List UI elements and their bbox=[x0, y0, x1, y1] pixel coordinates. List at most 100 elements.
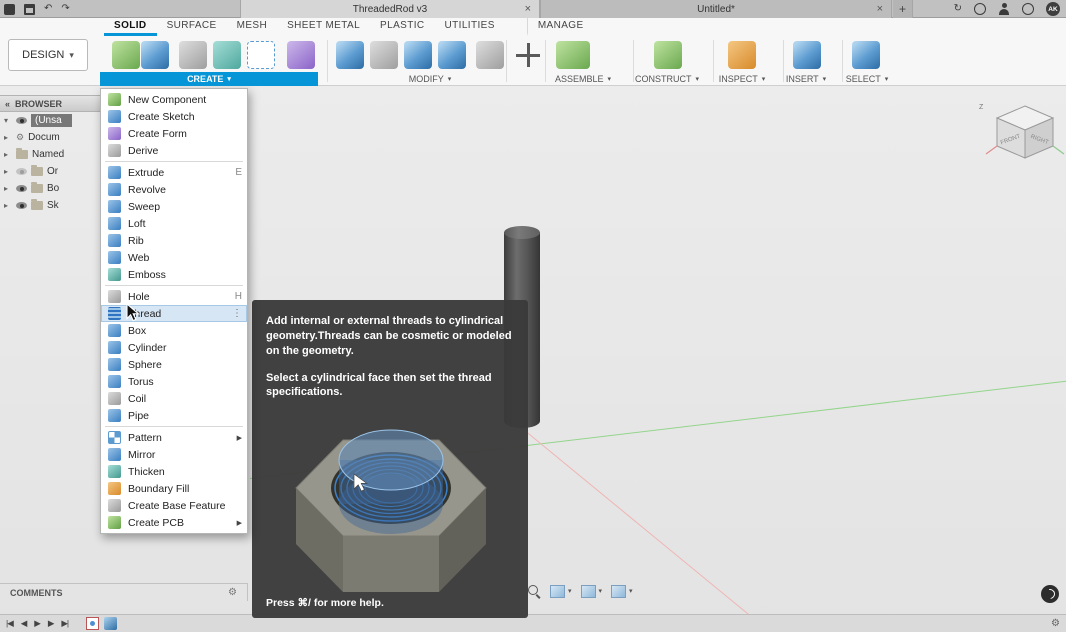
assemble-group-button[interactable]: ASSEMBLE ▾ bbox=[541, 72, 625, 85]
step-forward-button[interactable]: ▶ bbox=[48, 618, 54, 629]
chevron-closed-icon[interactable]: ▸ bbox=[4, 201, 12, 210]
menu-item-sphere[interactable]: Sphere bbox=[101, 356, 247, 373]
browser-header[interactable]: « BROWSER bbox=[0, 95, 112, 112]
new-component-button[interactable] bbox=[112, 41, 140, 69]
menu-item-create-pcb[interactable]: Create PCB ▶ bbox=[101, 514, 247, 531]
close-icon[interactable]: × bbox=[525, 3, 531, 15]
sync-icon[interactable]: ↻ bbox=[954, 2, 962, 16]
tab-plastic[interactable]: PLASTIC bbox=[370, 18, 434, 36]
chevron-closed-icon[interactable]: ▸ bbox=[4, 167, 12, 176]
measure-button[interactable] bbox=[728, 41, 756, 69]
browser-item-origin[interactable]: ▸ Or bbox=[0, 163, 112, 180]
insert-button[interactable] bbox=[793, 41, 821, 69]
step-back-button[interactable]: ◀ bbox=[21, 618, 27, 629]
job-status-icon[interactable] bbox=[974, 3, 986, 15]
avatar[interactable]: AK bbox=[1046, 2, 1060, 16]
select-button[interactable] bbox=[852, 41, 880, 69]
tab-sheet-metal[interactable]: SHEET METAL bbox=[277, 18, 370, 36]
new-tab-button[interactable]: + bbox=[893, 0, 913, 18]
fillet-button[interactable] bbox=[370, 41, 398, 69]
undo-icon[interactable]: ↶ bbox=[44, 2, 52, 16]
chevron-open-icon[interactable]: ▾ bbox=[4, 116, 12, 125]
visibility-eye-icon[interactable] bbox=[16, 202, 27, 209]
close-icon[interactable]: × bbox=[877, 3, 883, 15]
timeline-feature-extrude-icon[interactable] bbox=[104, 617, 117, 630]
form-sphere-button[interactable] bbox=[287, 41, 315, 69]
viewport-layout-button[interactable]: ▾ bbox=[611, 585, 633, 598]
skip-to-end-button[interactable]: ▶| bbox=[61, 618, 68, 629]
menu-item-coil[interactable]: Coil bbox=[101, 390, 247, 407]
menu-item-box[interactable]: Box bbox=[101, 322, 247, 339]
menu-item-torus[interactable]: Torus bbox=[101, 373, 247, 390]
menu-item-new-component[interactable]: New Component bbox=[101, 91, 247, 108]
tab-solid[interactable]: SOLID bbox=[104, 18, 157, 36]
press-pull-button[interactable] bbox=[336, 41, 364, 69]
timeline-feature-sketch-icon[interactable] bbox=[86, 617, 99, 630]
menu-item-revolve[interactable]: Revolve bbox=[101, 181, 247, 198]
grid-snap-button[interactable]: ▾ bbox=[581, 585, 603, 598]
sweep-button[interactable] bbox=[247, 41, 275, 69]
tab-manage[interactable]: MANAGE bbox=[527, 18, 594, 36]
menu-item-extrude[interactable]: Extrude E bbox=[101, 164, 247, 181]
move-copy-button[interactable] bbox=[514, 41, 542, 69]
doc-tab-untitled[interactable]: Untitled* × bbox=[540, 0, 892, 18]
doc-tab-threadedrod[interactable]: ThreadedRod v3 × bbox=[240, 0, 540, 18]
assemble-button[interactable] bbox=[556, 41, 590, 69]
redo-icon[interactable]: ↷ bbox=[61, 2, 69, 16]
modify-group-button[interactable]: MODIFY ▾ bbox=[388, 72, 472, 85]
menu-item-pipe[interactable]: Pipe bbox=[101, 407, 247, 424]
skip-to-start-button[interactable]: |◀ bbox=[6, 618, 13, 629]
comments-bar[interactable]: COMMENTS ⚙ bbox=[0, 583, 248, 601]
visibility-eye-icon[interactable] bbox=[16, 168, 27, 175]
gear-icon[interactable]: ⚙ bbox=[1051, 618, 1060, 629]
display-settings-button[interactable]: ▾ bbox=[550, 585, 572, 598]
create-form-button[interactable] bbox=[179, 41, 207, 69]
more-options-icon[interactable]: ⋮ bbox=[232, 308, 242, 319]
menu-item-rib[interactable]: Rib bbox=[101, 232, 247, 249]
menu-item-derive[interactable]: Derive bbox=[101, 142, 247, 159]
construct-group-button[interactable]: CONSTRUCT ▾ bbox=[625, 72, 709, 85]
browser-item-named-views[interactable]: ▸ Named bbox=[0, 146, 112, 163]
menu-item-create-sketch[interactable]: Create Sketch bbox=[101, 108, 247, 125]
profile-icon[interactable] bbox=[998, 3, 1010, 15]
menu-item-thread[interactable]: Thread ⋮ bbox=[101, 305, 247, 322]
chevron-closed-icon[interactable]: ▸ bbox=[4, 150, 12, 159]
tab-surface[interactable]: SURFACE bbox=[157, 18, 227, 36]
shell-button[interactable] bbox=[404, 41, 432, 69]
play-button[interactable]: ▶ bbox=[34, 618, 40, 629]
gear-icon[interactable]: ⚙ bbox=[228, 587, 237, 598]
menu-item-emboss[interactable]: Emboss bbox=[101, 266, 247, 283]
chevron-closed-icon[interactable]: ▸ bbox=[4, 133, 12, 142]
chevron-closed-icon[interactable]: ▸ bbox=[4, 184, 12, 193]
browser-item-document[interactable]: ▾ (Unsa bbox=[0, 112, 112, 129]
menu-item-create-base-feature[interactable]: Create Base Feature bbox=[101, 497, 247, 514]
design-dropdown[interactable]: DESIGN ▾ bbox=[8, 39, 88, 71]
tab-utilities[interactable]: UTILITIES bbox=[435, 18, 505, 36]
combine-button[interactable] bbox=[438, 41, 466, 69]
menu-item-cylinder[interactable]: Cylinder bbox=[101, 339, 247, 356]
construct-plane-button[interactable] bbox=[654, 41, 682, 69]
menu-item-loft[interactable]: Loft bbox=[101, 215, 247, 232]
save-icon[interactable] bbox=[24, 4, 35, 15]
browser-item-document-settings[interactable]: ▸ ⚙ Docum bbox=[0, 129, 112, 146]
menu-item-thicken[interactable]: Thicken bbox=[101, 463, 247, 480]
visibility-eye-icon[interactable] bbox=[16, 117, 27, 124]
search-icon[interactable] bbox=[527, 584, 541, 598]
browser-item-bodies[interactable]: ▸ Bo bbox=[0, 180, 112, 197]
menu-item-hole[interactable]: Hole H bbox=[101, 288, 247, 305]
menu-item-web[interactable]: Web bbox=[101, 249, 247, 266]
tab-mesh[interactable]: MESH bbox=[227, 18, 278, 36]
collapse-icon[interactable]: « bbox=[5, 99, 10, 109]
create-group-button[interactable]: CREATE ▾ bbox=[100, 72, 318, 86]
view-cube[interactable]: Z FRONT RIGHT bbox=[985, 98, 1065, 170]
assistant-icon[interactable] bbox=[1041, 585, 1059, 603]
create-sketch-button[interactable] bbox=[141, 41, 169, 69]
help-icon[interactable] bbox=[1022, 3, 1034, 15]
menu-item-mirror[interactable]: Mirror bbox=[101, 446, 247, 463]
offset-face-button[interactable] bbox=[476, 41, 504, 69]
revolve-button[interactable] bbox=[213, 41, 241, 69]
menu-item-sweep[interactable]: Sweep bbox=[101, 198, 247, 215]
menu-item-boundary-fill[interactable]: Boundary Fill bbox=[101, 480, 247, 497]
select-group-button[interactable]: SELECT ▾ bbox=[825, 72, 909, 85]
visibility-eye-icon[interactable] bbox=[16, 185, 27, 192]
